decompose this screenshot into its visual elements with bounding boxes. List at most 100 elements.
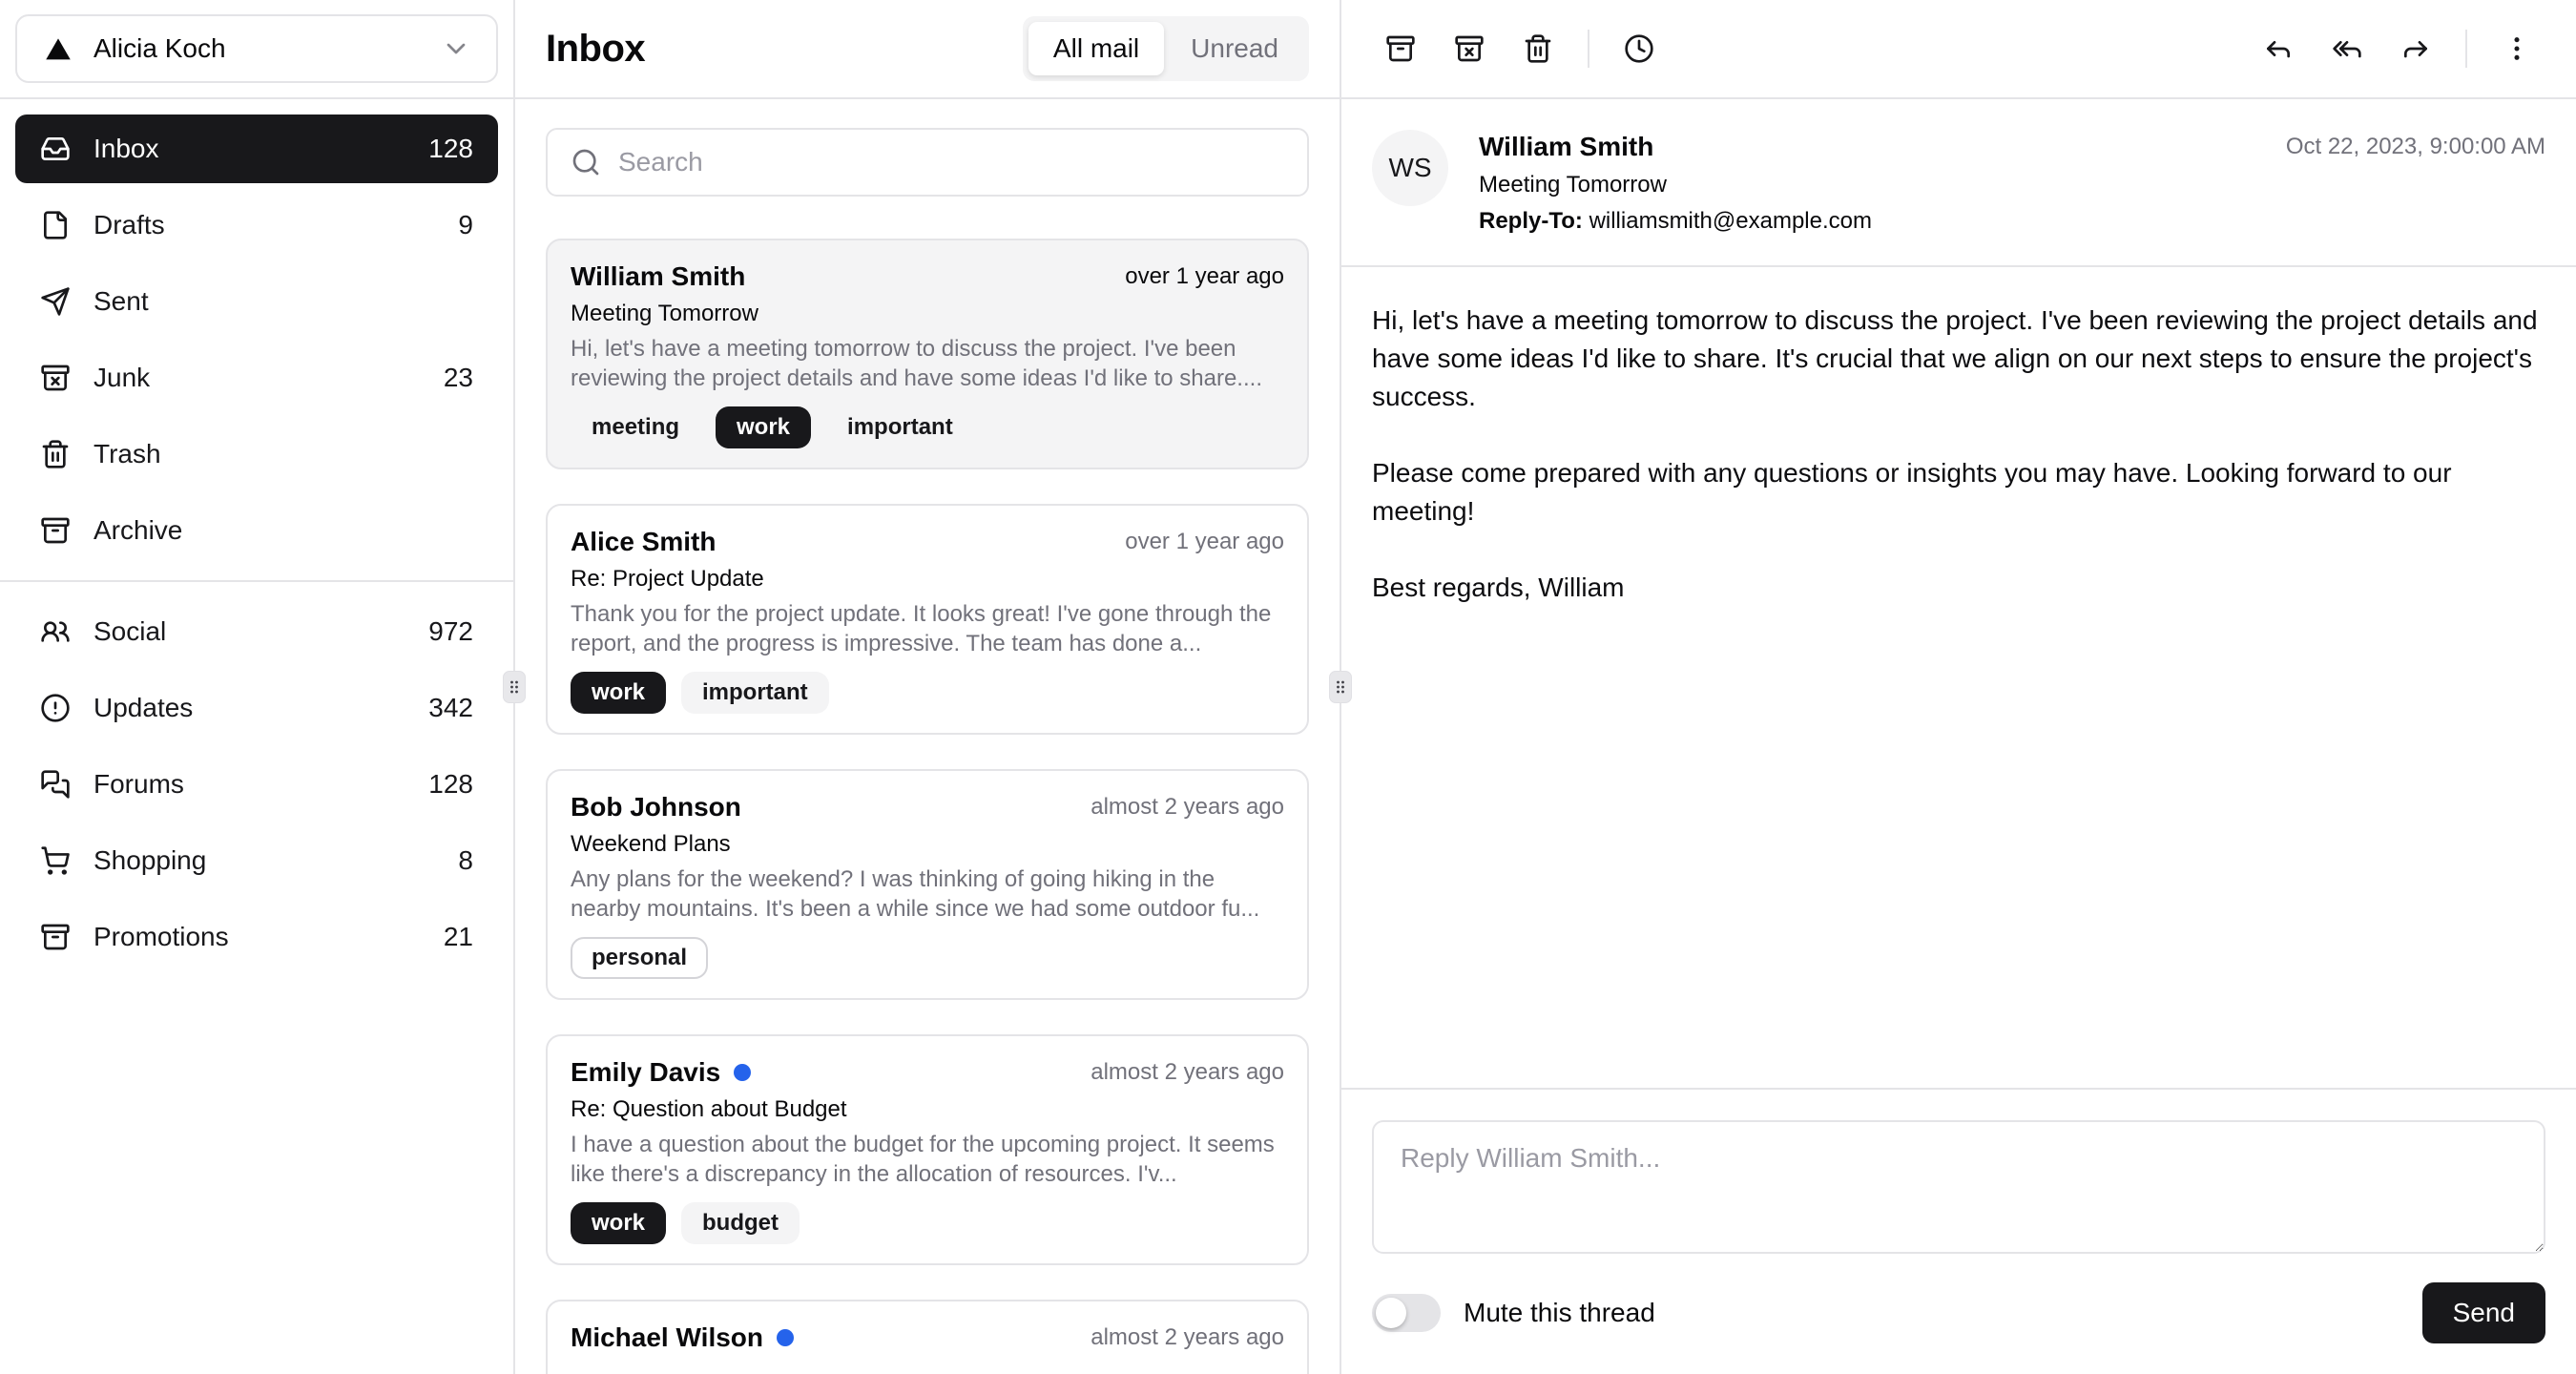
- reply-button[interactable]: [2244, 14, 2313, 83]
- label-badge: work: [571, 1202, 666, 1244]
- more-options-button[interactable]: [2483, 14, 2551, 83]
- sidebar-item-count: 128: [428, 769, 473, 800]
- mail-sender-name: William Smith: [1479, 132, 1872, 162]
- sidebar-item[interactable]: Social 972: [15, 597, 498, 666]
- email-date: over 1 year ago: [1125, 527, 1284, 557]
- clock-icon: [1624, 33, 1654, 64]
- users-icon: [40, 616, 71, 647]
- archive-icon: [40, 515, 71, 546]
- more-vertical-icon: [2502, 33, 2532, 64]
- mute-thread-toggle[interactable]: [1372, 1294, 1441, 1332]
- email-subject: Meeting Tomorrow: [571, 300, 1284, 328]
- sidebar-item[interactable]: Promotions 21: [15, 903, 498, 971]
- email-badges: personal: [571, 937, 1284, 979]
- mail-meta-header: WS William Smith Meeting Tomorrow Reply-…: [1341, 99, 2576, 267]
- mail-subject: Meeting Tomorrow: [1479, 172, 1872, 198]
- label-badge: important: [826, 406, 974, 448]
- mail-body: Hi, let's have a meeting tomorrow to dis…: [1341, 267, 2576, 1088]
- alert-circle-icon: [40, 693, 71, 723]
- mail-meta-text: William Smith Meeting Tomorrow Reply-To:…: [1479, 130, 1872, 235]
- forward-button[interactable]: [2381, 14, 2450, 83]
- reply-all-button[interactable]: [2313, 14, 2381, 83]
- email-sender: Alice Smith: [571, 525, 716, 559]
- email-list-item[interactable]: Bob Johnson almost 2 years ago Weekend P…: [546, 769, 1309, 1000]
- email-list: William Smith over 1 year ago Meeting To…: [515, 197, 1340, 1374]
- sidebar-item-label: Drafts: [93, 210, 165, 240]
- email-badges: work budget: [571, 1202, 1284, 1244]
- sidebar-nav-main: Inbox 128 Drafts 9 Sent Junk: [0, 99, 513, 580]
- email-list-item[interactable]: Emily Davis almost 2 years ago Re: Quest…: [546, 1034, 1309, 1265]
- sidebar-item[interactable]: Archive: [15, 496, 498, 565]
- sidebar-item-count: 8: [458, 845, 473, 876]
- logo-triangle-icon: [42, 32, 74, 65]
- archive-icon: [40, 922, 71, 952]
- sidebar-item[interactable]: Updates 342: [15, 674, 498, 742]
- email-list-item[interactable]: William Smith over 1 year ago Meeting To…: [546, 239, 1309, 469]
- sidebar-item[interactable]: Drafts 9: [15, 191, 498, 260]
- mail-toolbar: [1341, 0, 2576, 99]
- label-badge: important: [681, 672, 829, 714]
- list-header: Inbox All mail Unread: [515, 0, 1340, 99]
- toggle-thumb: [1376, 1298, 1406, 1328]
- sidebar-item-label: Promotions: [93, 922, 229, 952]
- sidebar-item-count: 9: [458, 210, 473, 240]
- account-switcher[interactable]: Alicia Koch: [15, 14, 498, 83]
- grip-vertical-icon: [505, 677, 524, 697]
- shopping-cart-icon: [40, 845, 71, 876]
- sidebar-item[interactable]: Sent: [15, 267, 498, 336]
- reply-textarea[interactable]: [1372, 1120, 2545, 1254]
- grip-vertical-icon: [1331, 677, 1350, 697]
- email-list-item[interactable]: Michael Wilson almost 2 years ago: [546, 1300, 1309, 1374]
- sidebar-item-label: Social: [93, 616, 166, 647]
- forward-icon: [2400, 33, 2431, 64]
- reply-all-icon: [2332, 33, 2362, 64]
- email-sender: William Smith: [571, 260, 745, 294]
- messages-square-icon: [40, 769, 71, 800]
- email-snippet: Any plans for the weekend? I was thinkin…: [571, 864, 1284, 924]
- reply-footer: Mute this thread Send: [1372, 1282, 2545, 1343]
- sidebar-item[interactable]: Forums 128: [15, 750, 498, 819]
- sidebar-nav-secondary: Social 972 Updates 342 Forums 128: [0, 582, 513, 987]
- account-switcher-row: Alicia Koch: [0, 0, 513, 99]
- panel-resize-handle[interactable]: [1329, 671, 1352, 703]
- archive-icon: [1385, 33, 1416, 64]
- move-to-trash-button[interactable]: [1504, 14, 1572, 83]
- email-top-row: Bob Johnson almost 2 years ago: [571, 790, 1284, 824]
- search-input[interactable]: [618, 147, 1284, 177]
- avatar: WS: [1372, 130, 1448, 206]
- chevron-down-icon: [441, 33, 471, 64]
- archive-button[interactable]: [1366, 14, 1435, 83]
- sidebar-item-label: Trash: [93, 439, 161, 469]
- tab[interactable]: Unread: [1166, 22, 1303, 75]
- tab[interactable]: All mail: [1028, 22, 1164, 75]
- sidebar-item[interactable]: Trash: [15, 420, 498, 489]
- sidebar-item[interactable]: Junk 23: [15, 344, 498, 412]
- toolbar-right-group: [2244, 14, 2551, 83]
- label-badge: work: [716, 406, 811, 448]
- reply-icon: [2263, 33, 2294, 64]
- reply-to-label: Reply-To:: [1479, 208, 1583, 234]
- email-snippet: Thank you for the project update. It loo…: [571, 599, 1284, 658]
- reply-area: Mute this thread Send: [1341, 1088, 2576, 1374]
- email-date: almost 2 years ago: [1091, 1057, 1284, 1088]
- sidebar-item[interactable]: Inbox 128: [15, 114, 498, 183]
- email-sender: Emily Davis: [571, 1055, 720, 1090]
- panel-resize-handle[interactable]: [503, 671, 526, 703]
- search-box: [546, 128, 1309, 197]
- sidebar: Alicia Koch Inbox 128 Drafts 9: [0, 0, 515, 1374]
- archive-x-icon: [1454, 33, 1485, 64]
- sidebar-item-label: Sent: [93, 286, 149, 317]
- email-subject: Weekend Plans: [571, 830, 1284, 859]
- send-button[interactable]: Send: [2422, 1282, 2545, 1343]
- page-title: Inbox: [546, 28, 645, 71]
- mail-reply-to: Reply-To: williamsmith@example.com: [1479, 208, 1872, 235]
- label-badge: budget: [681, 1202, 800, 1244]
- snooze-button[interactable]: [1605, 14, 1673, 83]
- move-to-junk-button[interactable]: [1435, 14, 1504, 83]
- reading-pane: WS William Smith Meeting Tomorrow Reply-…: [1341, 0, 2576, 1374]
- file-icon: [40, 210, 71, 240]
- sidebar-item[interactable]: Shopping 8: [15, 826, 498, 895]
- archive-x-icon: [40, 363, 71, 393]
- email-list-item[interactable]: Alice Smith over 1 year ago Re: Project …: [546, 504, 1309, 735]
- label-badge: meeting: [571, 406, 700, 448]
